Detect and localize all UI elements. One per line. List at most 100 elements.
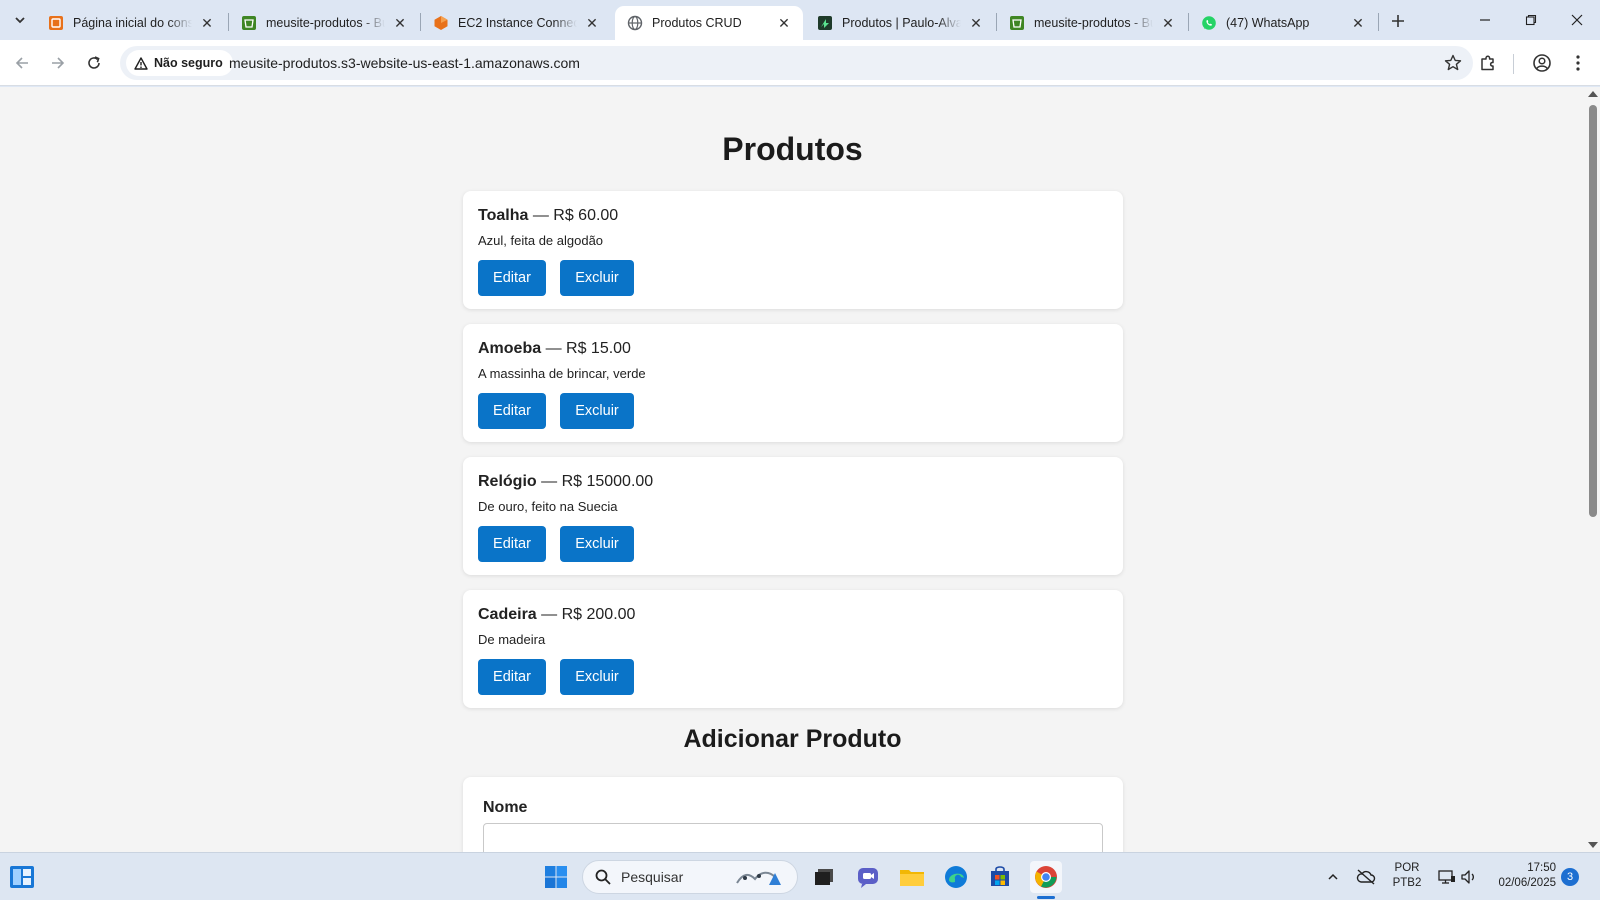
tab-produtos-crud[interactable]: Produtos CRUD ✕	[615, 6, 803, 40]
edit-button[interactable]: Editar	[478, 393, 546, 429]
forward-button[interactable]	[44, 49, 72, 77]
edit-button[interactable]: Editar	[478, 659, 546, 695]
close-tab-icon[interactable]: ✕	[198, 14, 216, 32]
tab-aws-console[interactable]: Página inicial do console ✕	[36, 6, 226, 40]
product-name: Relógio	[478, 473, 537, 490]
add-product-form: Nome	[463, 777, 1123, 852]
search-icon	[595, 869, 611, 885]
close-tab-icon[interactable]: ✕	[391, 14, 409, 32]
tab-whatsapp[interactable]: (47) WhatsApp ✕	[1189, 6, 1377, 40]
file-explorer-button[interactable]	[896, 861, 928, 893]
browser-menu-button[interactable]	[1564, 49, 1592, 77]
product-heading: Relógio — R$ 15000.00	[478, 473, 1108, 495]
browser-toolbar: Não seguro meusite-produtos.s3-website-u…	[0, 40, 1600, 86]
delete-button[interactable]: Excluir	[560, 526, 634, 562]
tab-vercel-produtos[interactable]: Produtos | Paulo-Alvarez ✕	[805, 6, 995, 40]
delete-button[interactable]: Excluir	[560, 659, 634, 695]
minimize-icon	[1480, 19, 1490, 21]
product-actions: Editar Excluir	[478, 260, 1108, 296]
tab-title: EC2 Instance Connect	[458, 16, 577, 30]
puzzle-icon	[1481, 55, 1494, 71]
close-tab-icon[interactable]: ✕	[967, 14, 985, 32]
product-heading: Toalha — R$ 60.00	[478, 207, 1108, 229]
teams-button[interactable]	[852, 861, 884, 893]
search-placeholder: Pesquisar	[621, 869, 684, 885]
close-icon	[1571, 14, 1583, 26]
start-button[interactable]	[540, 861, 572, 893]
vercel-icon	[818, 16, 832, 30]
tab-ec2-instance-connect[interactable]: EC2 Instance Connect ✕	[421, 6, 611, 40]
edit-button[interactable]: Editar	[478, 260, 546, 296]
close-window-button[interactable]	[1554, 0, 1600, 40]
close-tab-icon[interactable]: ✕	[1349, 14, 1367, 32]
arrow-right-icon	[52, 57, 65, 69]
restore-button[interactable]	[1508, 0, 1554, 40]
chat-icon	[858, 868, 878, 888]
network-button[interactable]	[1436, 861, 1458, 893]
delete-button[interactable]: Excluir	[560, 260, 634, 296]
show-hidden-icons-button[interactable]	[1322, 861, 1344, 893]
url-text[interactable]: meusite-produtos.s3-website-us-east-1.am…	[229, 55, 580, 71]
tab-title: meusite-produtos - Bucket	[266, 16, 385, 30]
product-separator: —	[536, 473, 562, 490]
add-product-heading: Adicionar Produto	[683, 725, 902, 753]
product-separator: —	[536, 606, 562, 623]
bookmark-star-icon[interactable]	[1443, 53, 1463, 73]
volume-icon	[1461, 870, 1474, 884]
product-actions: Editar Excluir	[478, 659, 1108, 695]
scrollbar-thumb[interactable]	[1589, 105, 1597, 517]
folder-icon	[900, 870, 924, 886]
scroll-down-icon[interactable]	[1588, 842, 1598, 848]
clock[interactable]: 17:50 02/06/2025	[1490, 861, 1556, 891]
profile-button[interactable]	[1528, 49, 1556, 77]
close-tab-icon[interactable]: ✕	[1159, 14, 1177, 32]
product-price: R$ 15.00	[566, 340, 631, 357]
search-highlight-icon	[736, 871, 781, 885]
input-language-indicator[interactable]: POR PTB2	[1387, 861, 1427, 891]
plus-icon	[1392, 15, 1404, 27]
close-tab-icon[interactable]: ✕	[583, 14, 601, 32]
task-view-button[interactable]	[808, 861, 840, 893]
extensions-button[interactable]	[1474, 49, 1502, 77]
edge-button[interactable]	[940, 861, 972, 893]
close-tab-icon[interactable]: ✕	[775, 14, 793, 32]
page-scrollbar[interactable]	[1585, 87, 1600, 852]
product-actions: Editar Excluir	[478, 526, 1108, 562]
product-separator: —	[528, 207, 554, 224]
security-label: Não seguro	[154, 56, 223, 70]
security-chip[interactable]: Não seguro	[126, 50, 233, 76]
product-card: Cadeira — R$ 200.00 De madeira Editar Ex…	[463, 590, 1123, 708]
delete-button[interactable]: Excluir	[560, 393, 634, 429]
product-price: R$ 60.00	[553, 207, 619, 224]
onedrive-button[interactable]	[1354, 861, 1378, 893]
tab-s3-bucket-2[interactable]: meusite-produtos - Bucket ✕	[997, 6, 1187, 40]
tab-s3-bucket[interactable]: meusite-produtos - Bucket ✕	[229, 6, 419, 40]
scroll-up-icon[interactable]	[1588, 91, 1598, 97]
account-icon	[1533, 54, 1551, 72]
product-actions: Editar Excluir	[478, 393, 1108, 429]
address-bar[interactable]: Não seguro meusite-produtos.s3-website-u…	[120, 46, 1473, 80]
aws-console-icon	[49, 16, 63, 30]
store-button[interactable]	[984, 861, 1016, 893]
product-name: Cadeira	[478, 606, 537, 623]
tab-title: Produtos CRUD	[652, 16, 742, 30]
volume-button[interactable]	[1458, 861, 1480, 893]
notification-badge[interactable]: 3	[1561, 868, 1579, 886]
tab-title: meusite-produtos - Bucket	[1034, 16, 1153, 30]
name-input[interactable]	[483, 823, 1103, 852]
reload-button[interactable]	[80, 49, 108, 77]
tab-search-button[interactable]	[6, 6, 34, 34]
widgets-icon	[10, 866, 34, 888]
ec2-icon	[434, 16, 448, 30]
widgets-button[interactable]	[6, 861, 38, 893]
taskbar-search[interactable]: Pesquisar	[582, 860, 798, 894]
network-icon	[1438, 870, 1455, 884]
back-button[interactable]	[8, 49, 36, 77]
edit-button[interactable]: Editar	[478, 526, 546, 562]
task-view-icon	[815, 869, 833, 885]
minimize-button[interactable]	[1462, 0, 1508, 40]
keyboard-layout: PTB2	[1392, 877, 1422, 889]
tab-title: (47) WhatsApp	[1226, 16, 1310, 30]
new-tab-button[interactable]	[1386, 9, 1410, 33]
chrome-button[interactable]	[1030, 861, 1062, 893]
